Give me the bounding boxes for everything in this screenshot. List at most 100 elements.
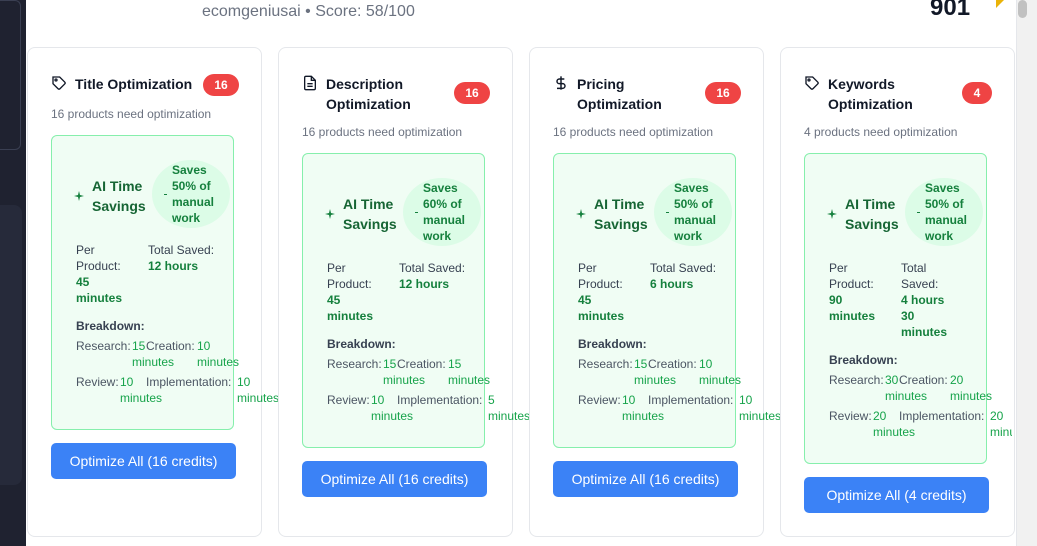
- per-product-value: 45 minutes: [578, 293, 625, 323]
- total-saved-label: Total Saved:: [650, 261, 717, 275]
- total-saved-stat: Total Saved: 12 hours: [399, 260, 471, 292]
- total-saved-value: 6 hours: [650, 277, 694, 291]
- scrollbar[interactable]: [1016, 0, 1037, 546]
- optimization-card-keywords: Keywords Optimization 4 4 products need …: [780, 47, 1015, 537]
- sidebar-panel: [0, 205, 22, 485]
- savings-title: AI Time Savings: [594, 196, 648, 232]
- total-saved-label: Total Saved:: [901, 261, 939, 291]
- per-product-value: 45 minutes: [76, 275, 123, 305]
- tag-icon: [805, 76, 819, 90]
- implementation-label: Implementation:: [146, 375, 232, 389]
- creation-label: Creation:: [397, 357, 446, 371]
- card-subtitle: 4 products need optimization: [804, 125, 958, 139]
- implementation-value: 20 minutes: [990, 409, 1012, 439]
- breakdown-title: Breakdown:: [327, 337, 396, 351]
- card-subtitle: 16 products need optimization: [302, 125, 463, 139]
- total-saved-stat: Total Saved: 6 hours: [650, 260, 722, 292]
- ai-time-savings-panel: AI Time Savings Saves 60% of manual work…: [302, 153, 530, 448]
- count-badge: 4: [962, 82, 992, 104]
- total-saved-value: 12 hours: [148, 259, 199, 273]
- card-title: Description Optimization: [326, 76, 411, 112]
- ai-time-savings-panel: AI Time Savings Saves 50% of manual work…: [804, 153, 1012, 464]
- total-saved-stat: Total Saved: 4 hours 30 minutes: [901, 260, 957, 340]
- store-score-subtitle: ecomgeniusai • Score: 58/100: [202, 3, 415, 20]
- total-saved-value: 12 hours: [399, 277, 450, 291]
- implementation-label: Implementation:: [648, 393, 734, 407]
- savings-badge: Saves 50% of manual work: [654, 178, 732, 246]
- optimization-card-pricing: Pricing Optimization 16 16 products need…: [529, 47, 781, 537]
- per-product-label: Per Product:: [76, 243, 121, 273]
- dollar-icon: [556, 76, 566, 90]
- optimize-all-button[interactable]: Optimize All (4 credits): [804, 477, 989, 513]
- review-label: Review:: [829, 409, 872, 423]
- ai-time-savings-panel: AI Time Savings Saves 50% of manual work…: [51, 135, 279, 430]
- research-label: Research:: [76, 339, 131, 353]
- savings-title: AI Time Savings: [343, 196, 397, 232]
- document-icon: [304, 75, 316, 91]
- savings-badge: Saves 50% of manual work: [905, 178, 983, 246]
- total-saved-stat: Total Saved: 12 hours: [148, 242, 220, 274]
- creation-value: 20 minutes: [950, 373, 993, 403]
- implementation-value: 10 minutes: [237, 375, 280, 405]
- creation-value: 15 minutes: [448, 357, 491, 387]
- main-content: ecomgeniusai • Score: 58/100 901 Title O…: [26, 0, 1016, 546]
- per-product-stat: Per Product: 90 minutes: [829, 260, 891, 324]
- per-product-stat: Per Product: 45 minutes: [578, 260, 640, 324]
- tag-icon: [52, 76, 66, 90]
- per-product-stat: Per Product: 45 minutes: [76, 242, 138, 306]
- savings-badge-text: Saves 50% of manual work: [925, 181, 968, 243]
- count-badge: 16: [203, 74, 239, 96]
- sparkle-icon: [827, 209, 837, 219]
- creation-value: 10 minutes: [699, 357, 742, 387]
- optimize-all-button[interactable]: Optimize All (16 credits): [302, 461, 487, 497]
- breakdown-title: Breakdown:: [829, 353, 898, 367]
- card-title: Title Optimization: [75, 76, 193, 92]
- creation-label: Creation:: [146, 339, 195, 353]
- research-label: Research:: [578, 357, 633, 371]
- research-label: Research:: [327, 357, 382, 371]
- per-product-label: Per Product:: [829, 261, 874, 291]
- per-product-stat: Per Product: 45 minutes: [327, 260, 389, 324]
- sparkle-icon: [325, 209, 335, 219]
- total-saved-label: Total Saved:: [399, 261, 466, 275]
- per-product-label: Per Product:: [327, 261, 372, 291]
- review-label: Review:: [327, 393, 370, 407]
- review-label: Review:: [578, 393, 621, 407]
- savings-badge: Saves 50% of manual work: [152, 160, 230, 228]
- optimization-card-title: Title Optimization 16 16 products need o…: [27, 47, 279, 537]
- per-product-label: Per Product:: [578, 261, 623, 291]
- total-saved-value: 4 hours 30 minutes: [901, 293, 948, 339]
- research-label: Research:: [829, 373, 884, 387]
- sidebar-nav-box: [0, 0, 21, 150]
- card-subtitle: 16 products need optimization: [51, 107, 212, 121]
- total-saved-label: Total Saved:: [148, 243, 215, 257]
- breakdown-title: Breakdown:: [578, 337, 647, 351]
- implementation-value: 5 minutes: [488, 393, 531, 423]
- savings-title: AI Time Savings: [845, 196, 899, 232]
- count-badge: 16: [705, 82, 741, 104]
- savings-badge-text: Saves 50% of manual work: [172, 163, 215, 225]
- sparkle-icon: [576, 209, 586, 219]
- sparkle-icon: [74, 191, 84, 201]
- optimize-all-button[interactable]: Optimize All (16 credits): [51, 443, 236, 479]
- savings-badge-text: Saves 60% of manual work: [423, 181, 466, 243]
- card-title: Keywords Optimization: [828, 76, 913, 112]
- savings-badge: Saves 60% of manual work: [403, 178, 481, 246]
- score-value: 901: [930, 0, 971, 21]
- count-badge: 16: [454, 82, 490, 104]
- per-product-value: 45 minutes: [327, 293, 374, 323]
- card-title: Pricing Optimization: [577, 76, 662, 112]
- optimization-card-description: Description Optimization 16 16 products …: [278, 47, 530, 537]
- scrollbar-thumb[interactable]: [1018, 0, 1027, 18]
- per-product-value: 90 minutes: [829, 293, 876, 323]
- optimize-all-button[interactable]: Optimize All (16 credits): [553, 461, 738, 497]
- implementation-value: 10 minutes: [739, 393, 782, 423]
- chevron-right-icon[interactable]: [996, 0, 1004, 8]
- creation-label: Creation:: [899, 373, 948, 387]
- breakdown-title: Breakdown:: [76, 319, 145, 333]
- creation-value: 10 minutes: [197, 339, 240, 369]
- implementation-label: Implementation:: [899, 409, 985, 423]
- card-subtitle: 16 products need optimization: [553, 125, 714, 139]
- implementation-label: Implementation:: [397, 393, 483, 407]
- review-label: Review:: [76, 375, 119, 389]
